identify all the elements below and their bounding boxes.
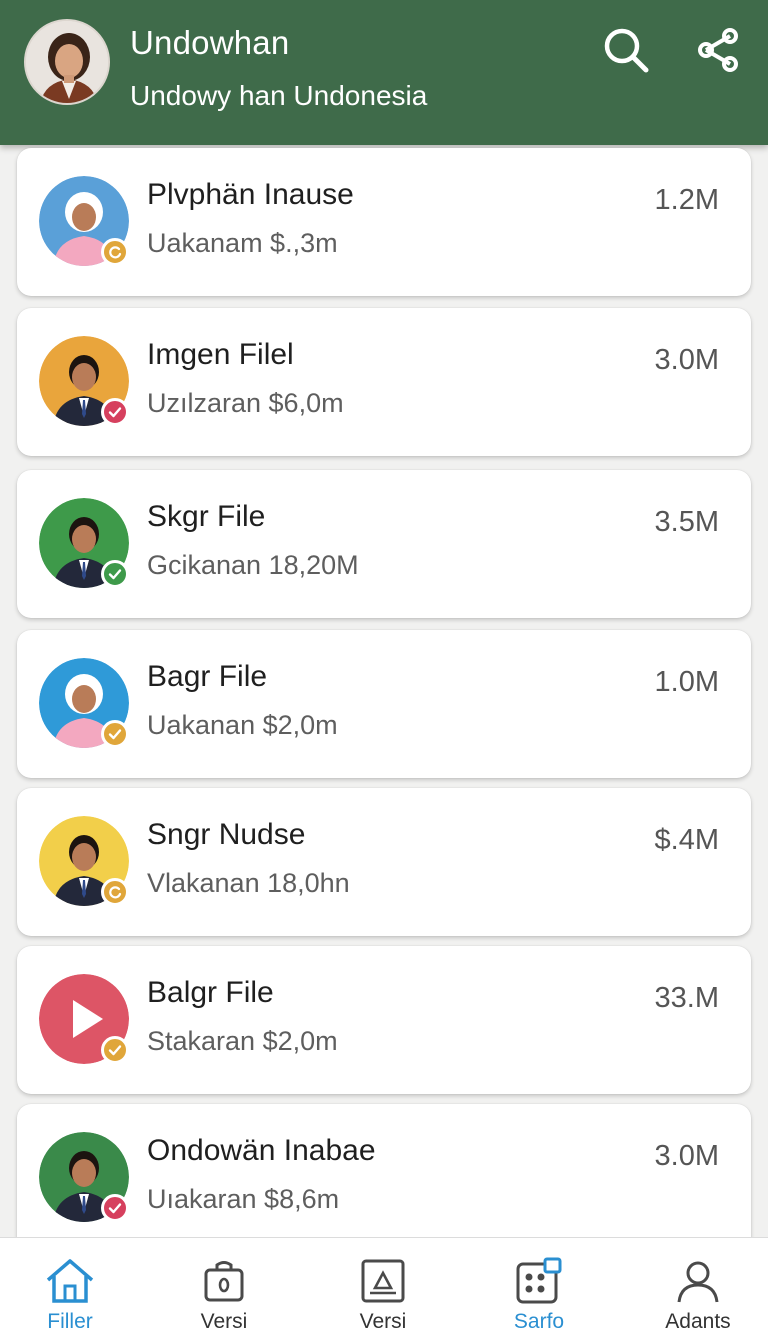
nav-item-sarfo[interactable]: Sarfo <box>479 1238 599 1344</box>
refresh-icon <box>109 246 122 259</box>
file-name: Ondowän Inabae <box>147 1134 376 1167</box>
nav-item-versi[interactable]: Versi <box>164 1238 284 1344</box>
file-card[interactable]: Plvphän Inause Uakanam $.,3m 1.2M <box>17 148 751 296</box>
status-badge <box>101 1194 129 1222</box>
file-size: 3.0M <box>654 344 719 376</box>
status-badge <box>101 720 129 748</box>
file-card[interactable]: Balgr File Stakaran $2,0m 33.M <box>17 946 751 1094</box>
nav-label: Adants <box>665 1310 731 1333</box>
file-detail: Gcikanan 18,20M <box>147 550 359 580</box>
nav-label: Sarfo <box>513 1310 565 1333</box>
home-icon <box>42 1256 98 1306</box>
status-badge <box>101 560 129 588</box>
file-size: 33.M <box>654 982 719 1014</box>
nav-label: Filler <box>47 1310 93 1333</box>
file-detail: Stakaran $2,0m <box>147 1026 338 1056</box>
file-name: Bagr File <box>147 660 268 693</box>
share-button[interactable] <box>690 22 746 78</box>
file-card[interactable]: Bagr File Uakanan $2,0m 1.0M <box>17 630 751 778</box>
apps-icon <box>511 1256 567 1306</box>
file-name: Skgr File <box>147 500 266 533</box>
profile-avatar[interactable] <box>24 19 110 105</box>
file-name: Sngr Nudse <box>147 818 306 851</box>
image-icon <box>355 1256 411 1306</box>
nav-item-versi[interactable]: Versi <box>323 1238 443 1344</box>
nav-label: Versi <box>359 1310 407 1333</box>
search-icon <box>604 28 649 73</box>
app-header: Undowhan Undowy han Undonesia <box>0 0 768 145</box>
file-card[interactable]: Sngr Nudse Vlakanan 18,0hn $.4M <box>17 788 751 936</box>
check-icon <box>108 1203 122 1214</box>
nav-item-filler[interactable]: Filler <box>10 1238 130 1344</box>
file-size: 3.0M <box>654 1140 719 1172</box>
file-name: Plvphän Inause <box>147 178 354 211</box>
status-badge <box>101 1036 129 1064</box>
bag-icon <box>196 1256 252 1306</box>
check-icon <box>108 729 122 740</box>
file-detail: Uakanan $2,0m <box>147 710 338 740</box>
status-badge <box>101 398 129 426</box>
file-card[interactable]: Skgr File Gcikanan 18,20M 3.5M <box>17 470 751 618</box>
check-icon <box>108 569 122 580</box>
file-size: $.4M <box>654 824 719 856</box>
share-icon <box>698 28 738 72</box>
file-name: Balgr File <box>147 976 274 1009</box>
file-detail: Uıakaran $8,6m <box>147 1184 340 1214</box>
nav-label: Versi <box>200 1310 248 1333</box>
app-subtitle: Undowy han Undonesia <box>130 80 428 111</box>
file-size: 1.0M <box>654 666 719 698</box>
file-list[interactable]: Plvphän Inause Uakanam $.,3m 1.2M Imgen Fi… <box>0 145 768 1237</box>
file-size: 3.5M <box>654 506 719 538</box>
person-icon <box>670 1256 726 1306</box>
file-name: Imgen Filel <box>147 338 294 371</box>
check-icon <box>108 407 122 418</box>
bottom-navigation: Filler Versi Versi Sarfo Adants <box>0 1237 768 1344</box>
app-title: Undowhan <box>130 24 290 61</box>
file-card[interactable]: Imgen Filel Uzılzaran $6,0m 3.0M <box>17 308 751 456</box>
check-icon <box>108 1045 122 1056</box>
refresh-icon <box>109 886 122 899</box>
nav-item-adants[interactable]: Adants <box>638 1238 758 1344</box>
file-detail: Uzılzaran $6,0m <box>147 388 344 418</box>
file-size: 1.2M <box>654 184 719 216</box>
search-button[interactable] <box>598 22 654 78</box>
file-detail: Vlakanan 18,0hn <box>147 868 350 898</box>
file-detail: Uakanam $.,3m <box>147 228 338 258</box>
status-badge <box>101 238 129 266</box>
status-badge <box>101 878 129 906</box>
file-card[interactable]: Ondowän Inabae Uıakaran $8,6m 3.0M <box>17 1104 751 1237</box>
